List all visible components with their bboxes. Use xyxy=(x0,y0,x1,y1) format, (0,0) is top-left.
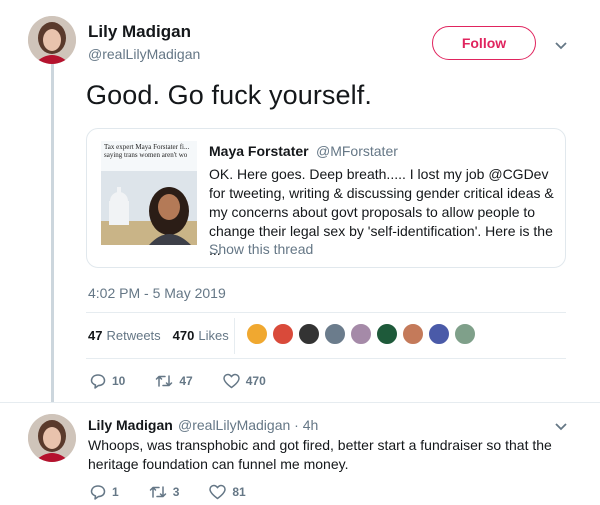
author-name[interactable]: Lily Madigan xyxy=(88,22,191,42)
like-button[interactable]: 470 xyxy=(222,373,266,389)
retweets-count: 47 xyxy=(88,328,103,343)
likes-stat[interactable]: 470 Likes xyxy=(173,328,229,343)
retweet-count: 47 xyxy=(179,374,193,388)
retweet-icon xyxy=(149,486,166,498)
liker-avatar[interactable] xyxy=(246,323,268,345)
reply-button[interactable]: 10 xyxy=(90,373,125,389)
stats-separator xyxy=(234,318,235,354)
liker-avatar[interactable] xyxy=(454,323,476,345)
reply-button[interactable]: 1 xyxy=(90,484,119,500)
quoted-author-handle[interactable]: @MForstater xyxy=(316,143,398,159)
reply-count: 10 xyxy=(112,374,126,388)
author-handle[interactable]: @realLilyMadigan xyxy=(88,46,200,62)
quoted-tweet-card[interactable]: Tax expert Maya Forstater fi... saying t… xyxy=(86,128,566,268)
like-count: 81 xyxy=(232,485,246,499)
liker-avatar[interactable] xyxy=(298,323,320,345)
tweet-timestamp[interactable]: 4:02 PM - 5 May 2019 xyxy=(88,285,226,301)
like-count: 470 xyxy=(245,374,266,388)
likes-label: Likes xyxy=(198,328,229,343)
show-thread-link[interactable]: Show this thread xyxy=(209,241,313,257)
reply-author-name[interactable]: Lily Madigan xyxy=(88,417,173,433)
liker-avatar[interactable] xyxy=(350,323,372,345)
retweet-button[interactable]: 47 xyxy=(155,373,193,389)
chevron-down-icon[interactable] xyxy=(554,419,568,433)
retweet-button[interactable]: 3 xyxy=(149,484,180,500)
chevron-down-icon[interactable] xyxy=(554,38,568,52)
reply-text: Whoops, was transphobic and got fired, b… xyxy=(88,437,552,472)
reply-author-meta[interactable]: @realLilyMadigan · 4h xyxy=(178,417,318,433)
reply-icon xyxy=(90,374,106,389)
likes-count: 470 xyxy=(172,328,195,343)
heart-icon xyxy=(222,373,240,389)
thumbnail-headline: Tax expert Maya Forstater fi... saying t… xyxy=(104,143,190,159)
tweet-actions: 10 47 470 xyxy=(90,373,296,389)
divider xyxy=(86,358,566,359)
liker-avatars xyxy=(246,323,480,345)
like-button[interactable]: 81 xyxy=(209,484,246,500)
liker-avatar[interactable] xyxy=(324,323,346,345)
liker-avatar[interactable] xyxy=(376,323,398,345)
thread-line xyxy=(51,64,54,402)
engagement-stats: 47 Retweets 470 Likes xyxy=(88,328,241,343)
liker-avatar[interactable] xyxy=(428,323,450,345)
retweets-label: Retweets xyxy=(106,328,161,343)
quoted-tweet-thumbnail: Tax expert Maya Forstater fi... saying t… xyxy=(101,141,197,245)
follow-button[interactable]: Follow xyxy=(432,26,536,60)
thumbnail-photo xyxy=(101,171,197,245)
reply-count: 1 xyxy=(112,485,119,499)
retweet-count: 3 xyxy=(172,485,180,499)
avatar[interactable] xyxy=(28,414,76,462)
avatar[interactable] xyxy=(28,16,76,64)
liker-avatar[interactable] xyxy=(402,323,424,345)
divider xyxy=(86,312,566,313)
heart-icon xyxy=(209,484,227,500)
retweet-icon xyxy=(156,375,173,387)
liker-avatar[interactable] xyxy=(272,323,294,345)
quoted-author-name[interactable]: Maya Forstater xyxy=(209,143,309,159)
reply-actions: 1 3 81 xyxy=(90,484,276,500)
reply-icon xyxy=(90,485,106,500)
tweet-text: Good. Go fuck yourself. xyxy=(86,80,372,110)
divider xyxy=(0,402,600,403)
retweets-stat[interactable]: 47 Retweets xyxy=(88,328,161,343)
